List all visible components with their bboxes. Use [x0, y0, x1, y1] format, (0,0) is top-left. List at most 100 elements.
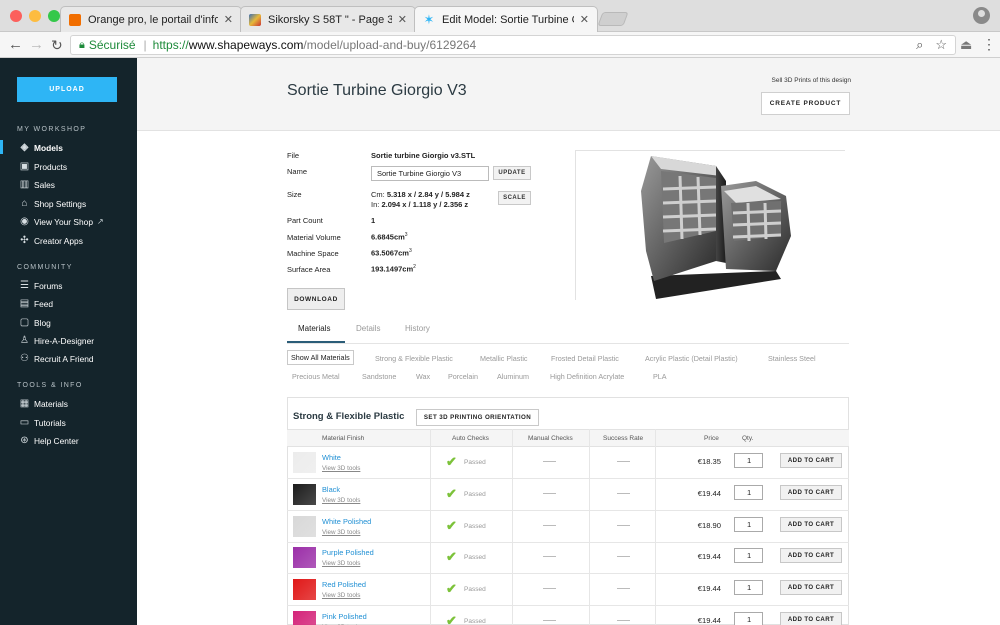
add-to-cart-button[interactable]: ADD TO CART [780, 453, 842, 468]
sidebar-item-forums[interactable]: ☰ Forums [19, 280, 62, 291]
filter-porcelain[interactable]: Porcelain [448, 372, 478, 381]
filter-stainless-steel[interactable]: Stainless Steel [768, 354, 816, 363]
sidebar-item-products[interactable]: ▣ Products [19, 161, 67, 172]
filter-acrylic-plastic[interactable]: Acrylic Plastic (Detail Plastic) [645, 354, 738, 363]
size-cm: Cm: 5.318 x / 2.84 y / 5.984 z [371, 190, 470, 199]
material-name-black[interactable]: Black [322, 485, 340, 494]
material-name-white-polished[interactable]: White Polished [322, 517, 371, 526]
quantity-field[interactable] [734, 484, 763, 500]
close-tab-icon[interactable]: ✕ [398, 13, 407, 26]
view-3d-tools-link[interactable]: View 3D tools [322, 592, 360, 599]
filter-sandstone[interactable]: Sandstone [362, 372, 396, 381]
back-arrow-icon[interactable]: ← [8, 36, 23, 54]
add-to-cart-button[interactable]: ADD TO CART [780, 484, 842, 500]
bar-chart-icon: ▥ [19, 179, 30, 190]
menu-dots-icon[interactable]: ⋮ [982, 36, 996, 53]
set-orientation-button[interactable]: SET 3D PRINTING ORIENTATION [416, 409, 539, 426]
create-product-button[interactable]: CREATE PRODUCT [761, 92, 850, 115]
material-swatch[interactable] [293, 579, 316, 601]
sidebar-item-help-center[interactable]: ⊛ Help Center [19, 435, 78, 446]
url-field[interactable]: 🔒︎ Sécurisé | https:// www.shapeways.com… [70, 35, 956, 55]
check-icon: ✔ [446, 517, 457, 533]
browser-tab-sikorsky[interactable]: Sikorsky S 58T " - Page 3 - Vo ✕ [240, 6, 416, 32]
model-name-input[interactable] [371, 166, 489, 181]
price: €18.35 [697, 457, 721, 466]
profile-icon[interactable] [973, 7, 990, 24]
model-3d-preview[interactable] [575, 150, 845, 300]
filter-precious-metal[interactable]: Precious Metal [292, 372, 340, 381]
sidebar-item-hire-a-designer[interactable]: ♙ Hire-A-Designer [19, 335, 94, 346]
size-in-value: 2.094 x / 1.118 y / 2.356 z [381, 200, 469, 209]
tab-history[interactable]: History [405, 324, 430, 333]
add-to-cart-button[interactable]: ADD TO CART [780, 580, 842, 596]
sidebar-item-view-shop[interactable]: ◉ View Your Shop ↗ [19, 216, 104, 227]
maximize-window-button[interactable] [48, 10, 60, 22]
scale-button[interactable]: SCALE [498, 191, 531, 205]
quantity-field[interactable] [734, 580, 763, 596]
material-swatch[interactable] [293, 452, 316, 473]
table-row: Black View 3D tools ✔ Passed €19.44 ADD TO CA… [287, 479, 849, 511]
quantity-field[interactable] [734, 516, 763, 532]
filter-metallic-plastic[interactable]: Metallic Plastic [480, 354, 528, 363]
download-button[interactable]: DOWNLOAD [287, 288, 345, 310]
reload-icon[interactable]: ↻ [51, 36, 63, 54]
close-tab-icon[interactable]: ✕ [580, 13, 589, 26]
extension-icon[interactable]: ⏏ [960, 37, 972, 53]
view-3d-tools-link[interactable]: View 3D tools [322, 497, 360, 504]
tab-details[interactable]: Details [356, 324, 380, 333]
view-3d-tools-link[interactable]: View 3D tools [322, 560, 360, 567]
filter-hd-acrylate[interactable]: High Definition Acrylate [550, 372, 624, 381]
material-swatch[interactable] [293, 483, 316, 505]
sidebar-item-materials[interactable]: ▦ Materials [19, 398, 68, 409]
view-3d-tools-link[interactable]: View 3D tools [322, 465, 360, 472]
add-to-cart-button[interactable]: ADD TO CART [780, 548, 842, 564]
quantity-field[interactable] [734, 453, 763, 468]
sidebar-item-blog[interactable]: ▢ Blog [19, 317, 51, 328]
sidebar-item-models[interactable]: ◈ Models [19, 142, 63, 153]
material-name-white[interactable]: White [322, 453, 341, 462]
tab-materials[interactable]: Materials [298, 324, 330, 333]
filter-wax[interactable]: Wax [416, 372, 430, 381]
sidebar-item-label: Shop Settings [34, 198, 87, 209]
bookmark-star-icon[interactable]: ☆ [935, 37, 947, 53]
filter-strong-flexible[interactable]: Strong & Flexible Plastic [375, 354, 453, 363]
view-3d-tools-link[interactable]: View 3D tools [322, 529, 360, 536]
close-window-button[interactable] [10, 10, 22, 22]
price: €18.90 [697, 520, 721, 530]
sidebar-item-creator-apps[interactable]: ✣ Creator Apps [19, 235, 83, 246]
material-name-pink-polished[interactable]: Pink Polished [322, 612, 367, 621]
sidebar-item-tutorials[interactable]: ▭ Tutorials [19, 417, 66, 428]
forward-arrow-icon[interactable]: → [29, 36, 44, 54]
filter-show-all[interactable]: Show All Materials [287, 350, 354, 365]
close-tab-icon[interactable]: ✕ [224, 13, 233, 26]
column-header: Success Rate [603, 435, 644, 442]
add-to-cart-button[interactable]: ADD TO CART [780, 516, 842, 532]
filter-aluminum[interactable]: Aluminum [497, 372, 529, 381]
update-button[interactable]: UPDATE [493, 166, 531, 180]
new-tab-button[interactable] [597, 12, 629, 26]
minimize-window-button[interactable] [29, 10, 41, 22]
sidebar-section-title: TOOLS & INFO [17, 382, 83, 389]
material-name-purple-polished[interactable]: Purple Polished [322, 548, 374, 557]
quantity-field[interactable] [734, 548, 763, 564]
filter-frosted-detail[interactable]: Frosted Detail Plastic [551, 354, 619, 363]
material-swatch[interactable] [293, 611, 316, 625]
add-to-cart-button[interactable]: ADD TO CART [780, 612, 842, 625]
filter-pla[interactable]: PLA [653, 372, 667, 381]
sidebar-item-feed[interactable]: ▤ Feed [19, 298, 53, 309]
sidebar-item-shop-settings[interactable]: ⌂ Shop Settings [19, 198, 86, 209]
quantity-field[interactable] [734, 612, 763, 625]
material-name-red-polished[interactable]: Red Polished [322, 580, 366, 589]
table-row: Purple Polished View 3D tools ✔ Passed €19.4… [287, 542, 849, 575]
material-swatch[interactable] [293, 515, 316, 537]
column-header: Qty. [742, 435, 754, 442]
sidebar-item-recruit-a-friend[interactable]: ⚇ Recruit A Friend [19, 353, 94, 364]
upload-button[interactable]: UPLOAD [17, 77, 117, 102]
zoom-search-icon[interactable]: ⌕ [916, 37, 923, 53]
sidebar-item-sales[interactable]: ▥ Sales [19, 179, 55, 190]
material-volume-number: 6.6845cm [371, 232, 405, 242]
sell-prints-text: Sell 3D Prints of this design [771, 77, 851, 84]
browser-tab-shapeways[interactable]: ✶ Edit Model: Sortie Turbine Gior ✕ [414, 6, 598, 32]
material-swatch[interactable] [293, 547, 316, 569]
browser-tab-orange[interactable]: Orange pro, le portail d'inform ✕ [60, 6, 242, 32]
